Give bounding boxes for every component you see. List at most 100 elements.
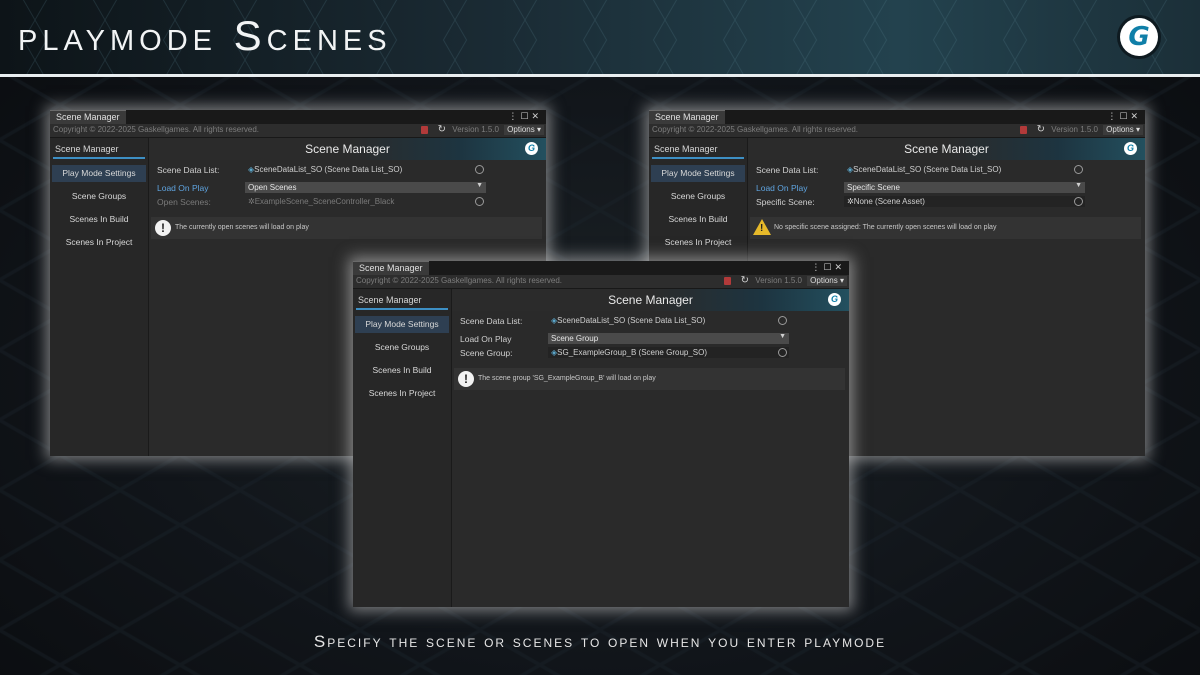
options-label: Options <box>507 125 535 134</box>
scene-data-list-value: SceneDataList_SO (Scene Data List_SO) <box>853 165 1002 174</box>
close-icon[interactable]: ✕ <box>1130 111 1141 121</box>
chevron-down-icon[interactable]: ▼ <box>1075 182 1082 189</box>
version-label: Version 1.5.0 <box>755 276 802 285</box>
scene-group-row: Scene Group: ◈SG_ExampleGroup_B (Scene G… <box>460 347 789 359</box>
chevron-down-icon[interactable]: ▼ <box>779 333 786 340</box>
load-on-play-value: Open Scenes <box>248 183 297 192</box>
panel-banner: Scene Manager G <box>452 289 849 311</box>
close-icon[interactable]: ✕ <box>531 111 542 121</box>
help-message: The scene group 'SG_ExampleGroup_B' will… <box>478 375 656 382</box>
scene-data-list-label: Scene Data List: <box>756 165 819 175</box>
scene-data-list-field[interactable]: ◈SceneDataList_SO (Scene Data List_SO) <box>548 315 789 326</box>
banner-logo: G <box>1124 142 1137 155</box>
help-box: ! The scene group 'SG_ExampleGroup_B' wi… <box>454 368 845 390</box>
kebab-menu-icon[interactable]: ⋮ <box>811 262 823 272</box>
scene-asset-icon: ✲ <box>248 197 255 206</box>
sidebar-item-scene-groups[interactable]: Scene Groups <box>651 188 745 205</box>
window-toolbar: Copyright © 2022-2025 Gaskellgames. All … <box>649 124 1145 138</box>
window-tab[interactable]: Scene Manager <box>649 110 725 125</box>
options-dropdown[interactable]: Options ▾ <box>807 276 847 286</box>
load-on-play-value: Specific Scene <box>847 183 900 192</box>
sidebar-item-scene-groups[interactable]: Scene Groups <box>355 339 449 356</box>
info-icon: ! <box>155 220 171 236</box>
sidebar-item-scenes-in-build[interactable]: Scenes In Build <box>651 211 745 228</box>
kebab-menu-icon[interactable]: ⋮ <box>1107 111 1119 121</box>
sidebar-item-scenes-in-project[interactable]: Scenes In Project <box>52 234 146 251</box>
trash-icon[interactable] <box>1020 126 1027 134</box>
load-on-play-row: Load On Play Open Scenes ▼ <box>157 182 486 194</box>
sidebar-item-play-mode-settings[interactable]: Play Mode Settings <box>52 165 146 182</box>
scene-asset-icon: ✲ <box>847 197 854 206</box>
sidebar-title: Scene Manager <box>652 142 744 159</box>
page-caption: Specify the scene or scenes to open when… <box>313 632 887 651</box>
maximize-icon[interactable]: ☐ <box>1119 111 1130 121</box>
scene-data-list-label: Scene Data List: <box>460 316 523 326</box>
sidebar-item-scenes-in-build[interactable]: Scenes In Build <box>52 211 146 228</box>
sidebar-item-scenes-in-build[interactable]: Scenes In Build <box>355 362 449 379</box>
scene-data-list-row: Scene Data List: ◈SceneDataList_SO (Scen… <box>460 315 789 327</box>
sidebar-item-scenes-in-project[interactable]: Scenes In Project <box>651 234 745 251</box>
object-picker-icon[interactable] <box>778 348 787 357</box>
load-on-play-row: Load On Play Scene Group ▼ <box>460 333 789 345</box>
options-dropdown[interactable]: Options ▾ <box>1103 125 1143 135</box>
window-tabbar: Scene Manager ⋮☐✕ <box>50 110 546 125</box>
load-on-play-dropdown[interactable]: Scene Group <box>548 333 789 344</box>
sidebar-item-play-mode-settings[interactable]: Play Mode Settings <box>355 316 449 333</box>
scene-data-list-field[interactable]: ◈SceneDataList_SO (Scene Data List_SO) <box>844 164 1085 175</box>
help-box: ! The currently open scenes will load on… <box>151 217 542 239</box>
sidebar: Scene Manager Play Mode Settings Scene G… <box>353 289 452 607</box>
header-divider <box>0 74 1200 77</box>
options-dropdown[interactable]: Options ▾ <box>504 125 544 135</box>
load-on-play-dropdown[interactable]: Specific Scene <box>844 182 1085 193</box>
sidebar-item-scene-groups[interactable]: Scene Groups <box>52 188 146 205</box>
object-picker-icon[interactable] <box>1074 197 1083 206</box>
object-picker-icon <box>475 197 484 206</box>
sidebar-item-play-mode-settings[interactable]: Play Mode Settings <box>651 165 745 182</box>
load-on-play-label: Load On Play <box>460 334 512 344</box>
scene-group-field[interactable]: ◈SG_ExampleGroup_B (Scene Group_SO) <box>548 347 789 358</box>
specific-scene-label: Specific Scene: <box>756 197 815 207</box>
window-toolbar: Copyright © 2022-2025 Gaskellgames. All … <box>50 124 546 138</box>
chevron-down-icon[interactable]: ▼ <box>476 182 483 189</box>
object-picker-icon[interactable] <box>1074 165 1083 174</box>
refresh-icon[interactable]: ↻ <box>741 275 749 286</box>
open-scenes-row: Open Scenes: ✲ExampleScene_SceneControll… <box>157 196 486 208</box>
kebab-menu-icon[interactable]: ⋮ <box>508 111 520 121</box>
specific-scene-field[interactable]: ✲None (Scene Asset) <box>844 196 1085 207</box>
sidebar-item-scenes-in-project[interactable]: Scenes In Project <box>355 385 449 402</box>
trash-icon[interactable] <box>724 277 731 285</box>
object-picker-icon[interactable] <box>475 165 484 174</box>
scene-data-list-row: Scene Data List: ◈SceneDataList_SO (Scen… <box>157 164 486 176</box>
load-on-play-dropdown[interactable]: Open Scenes <box>245 182 486 193</box>
trash-icon[interactable] <box>421 126 428 134</box>
copyright-text: Copyright © 2022-2025 Gaskellgames. All … <box>652 125 858 134</box>
info-icon: ! <box>458 371 474 387</box>
load-on-play-label: Load On Play <box>157 183 209 193</box>
window-tab[interactable]: Scene Manager <box>353 261 429 276</box>
object-picker-icon[interactable] <box>778 316 787 325</box>
page-title: playmode Scenes <box>18 12 392 59</box>
copyright-text: Copyright © 2022-2025 Gaskellgames. All … <box>356 276 562 285</box>
scene-data-list-field[interactable]: ◈SceneDataList_SO (Scene Data List_SO) <box>245 164 486 175</box>
panel-title: Scene Manager <box>608 293 693 307</box>
refresh-icon[interactable]: ↻ <box>438 124 446 135</box>
panel-banner: Scene Manager G <box>748 138 1145 160</box>
scene-data-list-value: SceneDataList_SO (Scene Data List_SO) <box>557 316 706 325</box>
maximize-icon[interactable]: ☐ <box>520 111 531 121</box>
sidebar: Scene Manager Play Mode Settings Scene G… <box>50 138 149 456</box>
load-on-play-row: Load On Play Specific Scene ▼ <box>756 182 1085 194</box>
maximize-icon[interactable]: ☐ <box>823 262 834 272</box>
scene-data-list-row: Scene Data List: ◈SceneDataList_SO (Scen… <box>756 164 1085 176</box>
sidebar-title: Scene Manager <box>53 142 145 159</box>
refresh-icon[interactable]: ↻ <box>1037 124 1045 135</box>
panel-title: Scene Manager <box>305 142 390 156</box>
version-label: Version 1.5.0 <box>452 125 499 134</box>
close-icon[interactable]: ✕ <box>834 262 845 272</box>
version-label: Version 1.5.0 <box>1051 125 1098 134</box>
window-controls: ⋮☐✕ <box>1107 111 1141 122</box>
specific-scene-value: None (Scene Asset) <box>853 197 925 206</box>
window-tab[interactable]: Scene Manager <box>50 110 126 125</box>
header-banner: playmode Scenes G <box>0 0 1200 74</box>
scene-manager-window-center: Scene Manager ⋮☐✕ Copyright © 2022-2025 … <box>353 261 849 607</box>
banner-logo: G <box>525 142 538 155</box>
